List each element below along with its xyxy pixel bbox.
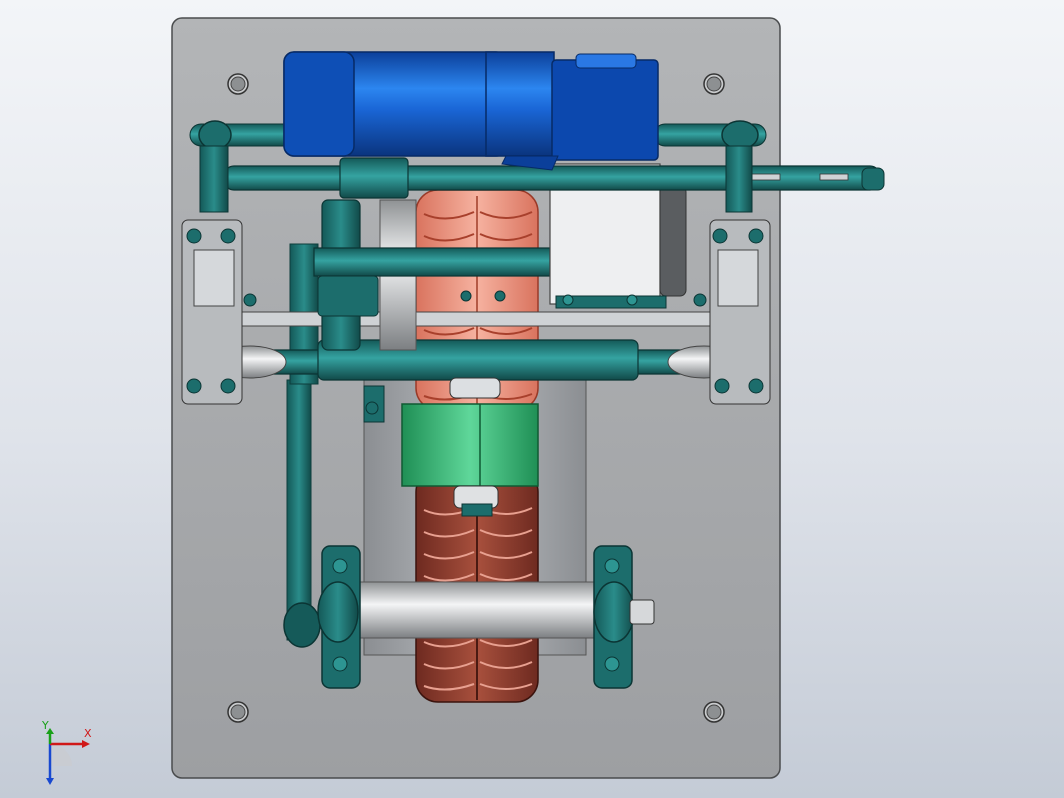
- shaft-collar: [339, 157, 409, 199]
- mounting-hole-icon: [703, 701, 725, 723]
- xyz-triad-icon: X Y: [38, 720, 108, 788]
- post-right: [725, 145, 753, 213]
- drum-clamp: [461, 503, 493, 517]
- mounting-hole-icon: [227, 73, 249, 95]
- green-drum: [401, 403, 539, 487]
- left-belt: [286, 379, 312, 641]
- assembly-model[interactable]: [0, 0, 1064, 798]
- y-axis-label: Y: [42, 719, 49, 732]
- drive-motor: [283, 51, 659, 171]
- lower-belt-pulley: [283, 602, 321, 648]
- post-left: [199, 145, 229, 213]
- middle-cross-rail: [191, 311, 763, 327]
- side-frame-right: [709, 219, 771, 405]
- mounting-hole-icon: [703, 73, 725, 95]
- lower-bearing-left: [317, 545, 361, 689]
- shaft-end-cap: [861, 167, 885, 191]
- triad-graphic: [46, 728, 90, 785]
- gear-housing: [313, 247, 551, 277]
- mounting-hole-icon: [227, 701, 249, 723]
- side-frame-left: [181, 219, 243, 405]
- lower-axle: [355, 581, 597, 639]
- x-axis-label: X: [84, 727, 92, 740]
- cad-viewport[interactable]: X Y: [0, 0, 1064, 798]
- center-bracket: [317, 339, 639, 381]
- coupling: [317, 275, 379, 317]
